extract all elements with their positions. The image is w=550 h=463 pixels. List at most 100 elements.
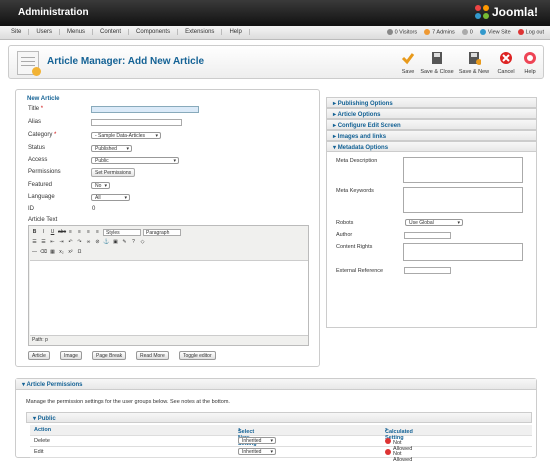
author-label: Author <box>336 232 353 238</box>
page-title: Article Manager: Add New Article <box>47 56 205 67</box>
anchor-icon[interactable]: ⚓ <box>103 239 110 246</box>
remove-format-icon[interactable]: ⌫ <box>40 249 47 256</box>
image-icon[interactable]: ▣ <box>112 239 119 246</box>
unlink-icon[interactable]: ⊘ <box>94 239 101 246</box>
admins-status: 7 Admins <box>424 29 455 35</box>
cleanup-icon[interactable]: ✎ <box>121 239 128 246</box>
underline-icon[interactable]: U <box>49 229 56 236</box>
article-options-panel[interactable]: Article Options <box>326 108 537 119</box>
save-new-button[interactable]: Save & New <box>457 51 491 75</box>
html-icon[interactable]: ◇ <box>139 239 146 246</box>
save-icon <box>430 51 444 65</box>
not-allowed-icon <box>385 438 391 444</box>
align-center-icon[interactable]: ≡ <box>76 229 83 236</box>
outdent-icon[interactable]: ⇤ <box>49 239 56 246</box>
toggle-editor-button[interactable]: Toggle editor <box>179 351 216 360</box>
metadata-options-panel[interactable]: Metadata Options <box>326 141 537 152</box>
styles-select[interactable]: Styles <box>103 229 141 236</box>
calculated-setting: Not Allowed <box>385 438 412 452</box>
public-group-toggle[interactable]: ▾ Public <box>26 412 532 423</box>
subscript-icon[interactable]: x₂ <box>58 249 65 256</box>
menu-users[interactable]: Users <box>29 29 61 35</box>
robots-label: Robots <box>336 220 354 226</box>
calculated-setting: Not Allowed <box>385 449 412 463</box>
mail-icon <box>461 29 468 35</box>
title-label: Title * <box>28 106 44 112</box>
content-rights-label: Content Rights <box>336 244 373 250</box>
category-select[interactable]: - Sample Data-Articles <box>91 132 161 139</box>
format-select[interactable]: Paragraph <box>143 229 181 236</box>
editor-content-area[interactable] <box>30 260 308 336</box>
external-reference-input[interactable] <box>404 267 451 274</box>
action-name: Delete <box>34 438 50 444</box>
table-row: Delete Inherited Not Allowed <box>30 436 532 452</box>
checkmark-icon <box>401 51 415 65</box>
redo-icon[interactable]: ↷ <box>76 239 83 246</box>
read-more-button[interactable]: Read More <box>136 351 169 360</box>
bold-icon[interactable]: B <box>31 229 38 236</box>
article-add-icon <box>17 51 41 76</box>
help-editor-icon[interactable]: ? <box>130 239 137 246</box>
alias-input[interactable] <box>91 119 182 126</box>
align-right-icon[interactable]: ≡ <box>85 229 92 236</box>
page-break-button[interactable]: Page Break <box>92 351 127 360</box>
menu-menus[interactable]: Menus <box>60 29 94 35</box>
action-column-header: Action <box>34 427 52 433</box>
bullet-list-icon[interactable]: ☰ <box>31 239 38 246</box>
visual-aid-icon[interactable]: ▦ <box>49 249 56 256</box>
main-menu-bar: Site Users Menus Content Components Exte… <box>0 26 550 40</box>
menu-extensions[interactable]: Extensions <box>178 29 223 35</box>
menu-help[interactable]: Help <box>222 29 250 35</box>
status-label: Status <box>28 145 46 151</box>
meta-description-label: Meta Description <box>336 158 378 164</box>
align-justify-icon[interactable]: ≡ <box>94 229 101 236</box>
italic-icon[interactable]: I <box>40 229 47 236</box>
author-input[interactable] <box>404 232 451 239</box>
link-icon[interactable]: ∞ <box>85 239 92 246</box>
indent-icon[interactable]: ⇥ <box>58 239 65 246</box>
featured-select[interactable]: No <box>91 182 110 189</box>
undo-icon[interactable]: ↶ <box>67 239 74 246</box>
special-char-icon[interactable]: Ω <box>76 249 83 256</box>
editor-path: Path: p <box>32 337 48 343</box>
strikethrough-icon[interactable]: abc <box>58 229 66 236</box>
publishing-options-panel[interactable]: Publishing Options <box>326 97 537 108</box>
messages-status[interactable]: 0 <box>461 29 473 35</box>
logout-link[interactable]: Log out <box>517 29 544 35</box>
logo-text: Joomla! <box>491 5 538 19</box>
language-select[interactable]: All <box>91 194 130 201</box>
meta-description-textarea[interactable] <box>403 157 523 183</box>
save-close-button[interactable]: Save & Close <box>420 51 454 75</box>
help-button[interactable]: Help <box>513 51 547 75</box>
image-insert-button[interactable]: Image <box>60 351 82 360</box>
admin-header: Administration Joomla! <box>0 0 550 26</box>
article-permissions-title[interactable]: ▾ Article Permissions <box>16 379 536 390</box>
images-links-panel[interactable]: Images and links <box>326 130 537 141</box>
title-input[interactable] <box>91 106 199 113</box>
superscript-icon[interactable]: x² <box>67 249 74 256</box>
meta-keywords-textarea[interactable] <box>403 187 523 213</box>
configure-edit-screen-panel[interactable]: Configure Edit Screen <box>326 119 537 130</box>
help-icon <box>523 51 537 65</box>
options-accordion: Publishing Options Article Options Confi… <box>326 97 537 328</box>
robots-select[interactable]: Use Global <box>405 219 463 226</box>
numbered-list-icon[interactable]: ☰ <box>40 239 47 246</box>
menu-components[interactable]: Components <box>129 29 179 35</box>
alias-label: Alias <box>28 119 42 125</box>
view-site-link[interactable]: View Site <box>479 29 511 35</box>
visitors-status: 0 Visitors <box>386 29 417 35</box>
menu-site[interactable]: Site <box>4 29 30 35</box>
horizontal-rule-icon[interactable]: — <box>31 249 38 256</box>
access-select[interactable]: Public <box>91 157 179 164</box>
content-rights-textarea[interactable] <box>403 243 523 261</box>
article-insert-button[interactable]: Article <box>28 351 50 360</box>
cancel-icon <box>499 51 513 65</box>
align-left-icon[interactable]: ≡ <box>67 229 74 236</box>
set-permissions-button[interactable]: Set Permissions <box>91 168 136 177</box>
logout-icon <box>517 29 524 35</box>
table-row: Edit Inherited Not Allowed <box>30 447 532 463</box>
setting-select[interactable]: Inherited <box>238 437 276 444</box>
language-label: Language <box>28 194 55 200</box>
menu-content[interactable]: Content <box>93 29 130 35</box>
status-select[interactable]: Published <box>91 145 132 152</box>
